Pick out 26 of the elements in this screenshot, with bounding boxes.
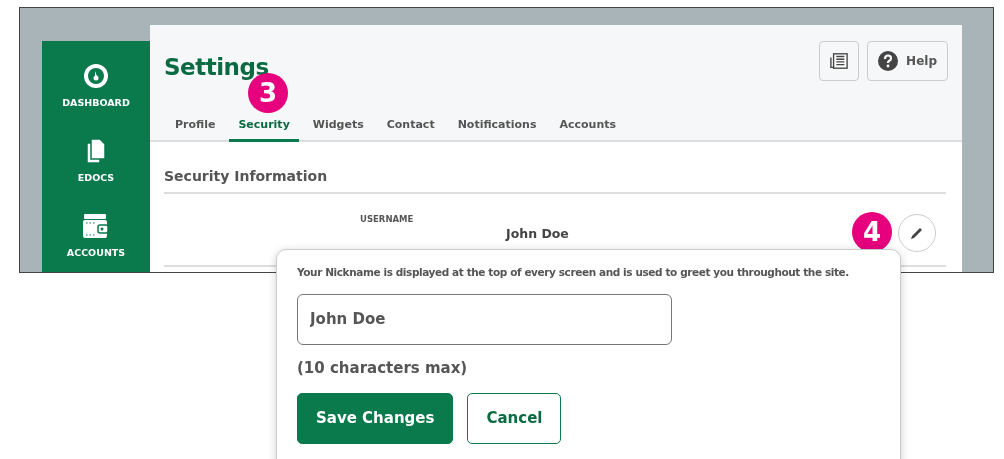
gauge-icon: [83, 63, 109, 89]
cancel-button[interactable]: Cancel: [467, 392, 562, 444]
edit-button[interactable]: [898, 214, 936, 252]
field-value: John Doe: [506, 226, 569, 241]
documents-icon: [86, 138, 106, 164]
tab[interactable]: Security: [229, 118, 299, 142]
tab[interactable]: Contact: [377, 118, 444, 142]
nickname-field[interactable]: John Doe: [297, 293, 672, 345]
help-icon: [878, 51, 899, 71]
newspaper-icon: [830, 52, 849, 70]
tab[interactable]: Notifications: [448, 118, 546, 142]
sidebar-item[interactable]: DASHBOARD: [62, 97, 130, 108]
field-label: USERNAME: [360, 214, 414, 224]
sidebar-item[interactable]: EDOCS: [77, 172, 115, 183]
news-button[interactable]: [819, 41, 860, 81]
tab[interactable]: Accounts: [550, 118, 626, 142]
help-button[interactable]: Help: [867, 41, 948, 81]
save-button[interactable]: Save Changes: [297, 392, 454, 444]
tab[interactable]: Widgets: [303, 118, 373, 142]
section-title: Security Information: [164, 168, 946, 194]
pencil-icon: [910, 226, 924, 240]
tab[interactable]: Profile: [166, 118, 225, 142]
character-limit-hint: (10 characters max): [297, 358, 469, 377]
sidebar-item[interactable]: ACCOUNTS: [66, 247, 126, 258]
popup-description: Your Nickname is displayed at the top of every screen and is used to greet you throughout the site.: [297, 265, 850, 280]
wallet-icon: [82, 213, 110, 239]
